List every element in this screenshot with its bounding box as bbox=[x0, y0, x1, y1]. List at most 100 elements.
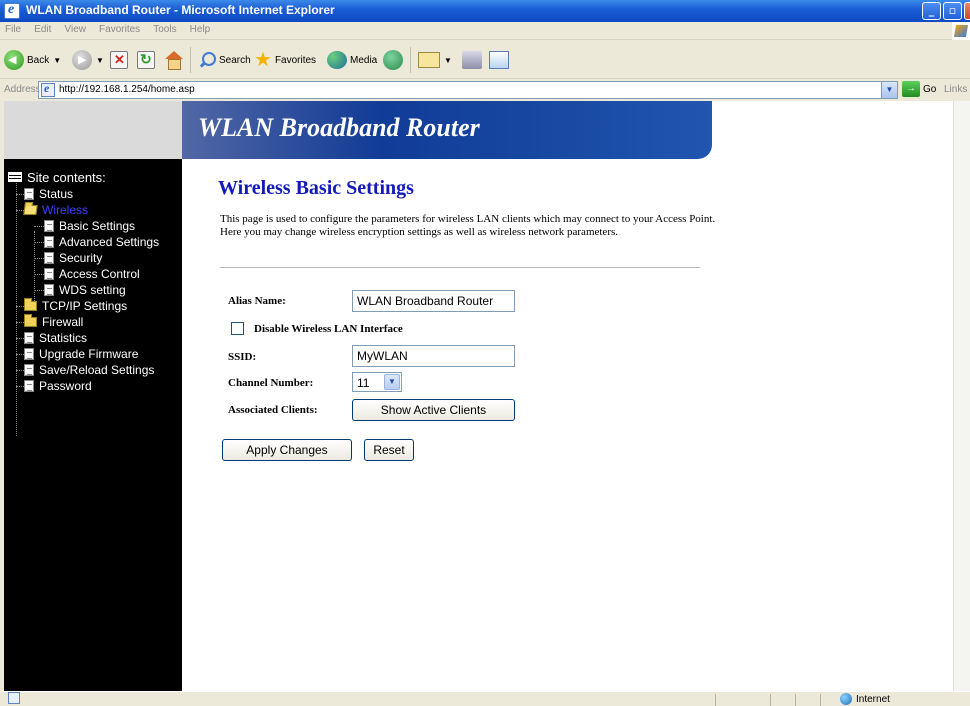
doc-icon bbox=[44, 252, 54, 264]
mail-icon bbox=[418, 52, 440, 68]
page-status-icon bbox=[8, 692, 20, 704]
address-input[interactable]: http://192.168.1.254/home.asp ▼ bbox=[38, 81, 898, 99]
tree-connector bbox=[16, 183, 17, 436]
sidebar-item-label: Firewall bbox=[42, 315, 84, 329]
menu-help[interactable]: Help bbox=[185, 22, 216, 35]
doc-icon bbox=[24, 348, 34, 360]
sidebar-item-upgrade-firmware[interactable]: Upgrade Firmware bbox=[24, 346, 138, 362]
page-title: Wireless Basic Settings bbox=[218, 177, 414, 199]
page-description: This page is used to configure the param… bbox=[220, 213, 716, 238]
tree-connector bbox=[34, 258, 44, 259]
show-active-clients-button[interactable]: Show Active Clients bbox=[352, 399, 515, 421]
sidebar-item-label: Wireless bbox=[42, 203, 89, 217]
sidebar-item-access-control[interactable]: Access Control bbox=[44, 266, 140, 282]
sidebar-item-save-reload-settings[interactable]: Save/Reload Settings bbox=[24, 362, 154, 378]
sidebar-item-tcpip-settings[interactable]: TCP/IP Settings bbox=[24, 298, 127, 314]
ie-logo-icon bbox=[4, 2, 20, 19]
disable-wlan-checkbox[interactable] bbox=[231, 322, 244, 335]
folder-open-icon bbox=[23, 205, 38, 215]
sidebar-item-wireless[interactable]: Wireless bbox=[23, 202, 89, 218]
stop-button[interactable] bbox=[110, 47, 128, 73]
tree-connector bbox=[34, 290, 44, 291]
sidebar-item-basic-settings[interactable]: Basic Settings bbox=[44, 218, 135, 234]
status-pane-divider bbox=[770, 694, 771, 706]
status-pane-divider bbox=[820, 694, 821, 706]
doc-icon bbox=[24, 188, 34, 200]
chevron-down-icon: ▼ bbox=[384, 374, 400, 390]
back-button[interactable]: Back ▼ bbox=[4, 47, 61, 73]
home-button[interactable] bbox=[163, 47, 183, 73]
forward-button[interactable]: ▼ bbox=[72, 47, 104, 73]
sidebar-root-label: Site contents: bbox=[27, 169, 106, 185]
mail-button[interactable]: ▼ bbox=[418, 47, 452, 73]
search-icon bbox=[198, 51, 216, 69]
doc-icon bbox=[44, 220, 54, 232]
status-pane-divider bbox=[795, 694, 796, 706]
apply-changes-button[interactable]: Apply Changes bbox=[222, 439, 352, 461]
sidebar-item-security[interactable]: Security bbox=[44, 250, 102, 266]
forward-arrow-icon bbox=[72, 50, 92, 70]
back-label: Back bbox=[27, 54, 50, 66]
tree-root-icon bbox=[8, 172, 22, 182]
sidebar-item-firewall[interactable]: Firewall bbox=[24, 314, 83, 330]
menu-favorites[interactable]: Favorites bbox=[94, 22, 145, 35]
folder-icon bbox=[24, 298, 37, 311]
maximize-button[interactable]: ▫ bbox=[943, 2, 962, 20]
sidebar-item-label: Status bbox=[39, 187, 74, 201]
print-button[interactable] bbox=[462, 47, 482, 73]
alias-name-input[interactable]: WLAN Broadband Router bbox=[352, 290, 515, 312]
media-label: Media bbox=[350, 54, 378, 66]
vertical-scrollbar[interactable] bbox=[953, 101, 970, 691]
sidebar-item-advanced-settings[interactable]: Advanced Settings bbox=[44, 234, 159, 250]
doc-icon bbox=[44, 236, 54, 248]
stop-icon bbox=[110, 51, 128, 69]
chevron-down-icon: ▼ bbox=[53, 55, 62, 65]
sidebar-root: Site contents: bbox=[8, 169, 106, 185]
favorites-button[interactable]: ★ Favorites bbox=[254, 47, 316, 73]
sidebar-item-status[interactable]: Status bbox=[24, 186, 73, 202]
toolbar-separator bbox=[410, 47, 411, 73]
channel-number-value: 11 bbox=[357, 376, 370, 390]
reset-button[interactable]: Reset bbox=[364, 439, 414, 461]
tree-connector bbox=[34, 242, 44, 243]
links-button[interactable]: Links bbox=[944, 84, 967, 95]
address-bar: Address http://192.168.1.254/home.asp ▼ … bbox=[0, 80, 970, 100]
sidebar-item-password[interactable]: Password bbox=[24, 378, 92, 394]
menu-tools[interactable]: Tools bbox=[148, 22, 181, 35]
edit-page-icon bbox=[489, 51, 509, 69]
doc-icon bbox=[44, 268, 54, 280]
channel-number-label: Channel Number: bbox=[228, 377, 314, 389]
sidebar-item-wds-setting[interactable]: WDS setting bbox=[44, 282, 126, 298]
alias-name-label: Alias Name: bbox=[228, 295, 286, 307]
address-dropdown-button[interactable]: ▼ bbox=[881, 82, 897, 98]
menu-edit[interactable]: Edit bbox=[29, 22, 56, 35]
sidebar-item-label: Advanced Settings bbox=[59, 235, 160, 249]
search-button[interactable]: Search bbox=[198, 47, 251, 73]
close-button[interactable]: ✕ bbox=[964, 2, 970, 20]
channel-number-select[interactable]: 11 ▼ bbox=[352, 372, 402, 392]
status-pane-divider bbox=[715, 694, 716, 706]
sidebar-item-label: Access Control bbox=[59, 267, 140, 281]
go-button[interactable]: → Go bbox=[902, 81, 936, 97]
folder-icon bbox=[24, 314, 37, 327]
search-label: Search bbox=[219, 54, 251, 66]
page-viewport: Site contents: Status Wireless Basic Set… bbox=[4, 101, 970, 691]
menu-view[interactable]: View bbox=[59, 22, 91, 35]
favorites-label: Favorites bbox=[274, 54, 317, 66]
title-bar: WLAN Broadband Router - Microsoft Intern… bbox=[0, 0, 970, 22]
security-zone-label: Internet bbox=[856, 693, 890, 705]
browser-window: WLAN Broadband Router - Microsoft Intern… bbox=[0, 0, 970, 706]
menu-file[interactable]: File bbox=[0, 22, 26, 35]
sidebar-item-label: WDS setting bbox=[59, 283, 126, 297]
media-button[interactable]: Media bbox=[327, 47, 377, 73]
minimize-button[interactable]: _ bbox=[922, 2, 941, 20]
menu-bar: File Edit View Favorites Tools Help bbox=[0, 22, 970, 40]
history-button[interactable] bbox=[383, 47, 403, 73]
globe-icon bbox=[840, 693, 852, 705]
sidebar-item-statistics[interactable]: Statistics bbox=[24, 330, 87, 346]
ssid-input[interactable]: MyWLAN bbox=[352, 345, 515, 367]
media-icon bbox=[327, 51, 347, 69]
edit-button[interactable] bbox=[489, 47, 509, 73]
refresh-button[interactable] bbox=[137, 47, 155, 73]
doc-icon bbox=[24, 332, 34, 344]
